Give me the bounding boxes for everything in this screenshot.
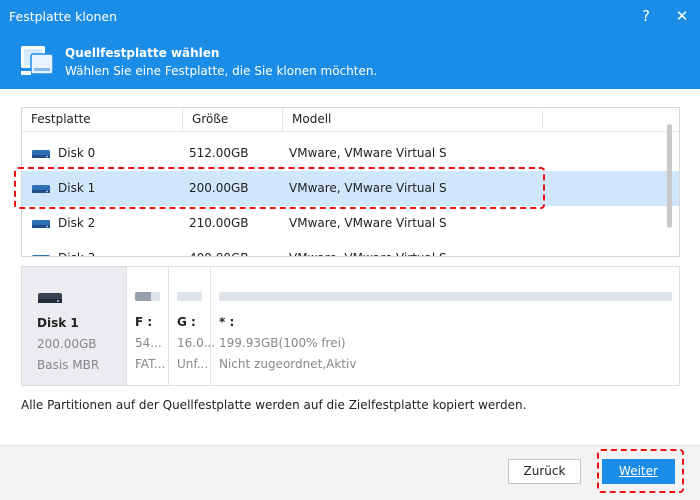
partition-g[interactable]: G : 16.0... Unf... [168,267,215,385]
footer: Zurück Weiter [0,445,700,500]
back-button[interactable]: Zurück [508,459,581,484]
partition-letter: F : [135,315,153,329]
info-note: Alle Partitionen auf der Quellfestplatte… [21,398,527,412]
column-divider [542,111,543,129]
disk-name: Disk 1 [37,316,79,330]
table-header: Festplatte Größe Modell [22,108,679,132]
partition-filesystem: FAT... [135,357,166,371]
disk-size: 512.00GB [189,146,249,160]
close-icon[interactable]: ✕ [669,4,695,29]
partition-f[interactable]: F : 54... FAT... [126,267,168,385]
column-header-model[interactable]: Modell [282,108,542,131]
banner-subtitle: Wählen Sie eine Festplatte, die Sie klon… [65,64,378,78]
disk-type: Basis MBR [37,358,100,372]
selection-highlight-frame [14,167,545,209]
partition-size: 199.93GB(100% frei) [219,336,346,350]
column-header-disk[interactable]: Festplatte [22,108,182,131]
hard-disk-icon [32,255,50,256]
partition-unallocated[interactable]: * : 199.93GB(100% frei) Nicht zugeordnet… [210,267,679,385]
table-row-disk-3[interactable]: Disk 3 400.00GB VMware, VMware Virtual S [22,241,679,256]
disk-size: 210.00GB [189,216,249,230]
disk-model: VMware, VMware Virtual S [289,146,447,160]
partition-filesystem: Nicht zugeordnet,Aktiv [219,357,357,371]
help-icon[interactable]: ? [633,4,659,29]
table-row-disk-0[interactable]: Disk 0 512.00GB VMware, VMware Virtual S [22,136,679,171]
partition-letter: G : [177,315,196,329]
disk-model: VMware, VMware Virtual S [289,216,447,230]
vertical-scrollbar[interactable] [667,124,672,228]
partition-usage-bar [135,292,160,301]
next-highlight-frame [597,449,684,493]
column-header-size[interactable]: Größe [182,108,282,131]
hard-disk-icon [32,150,50,158]
hard-disk-icon [32,220,50,228]
hard-disk-icon [38,293,62,303]
table-row-disk-2[interactable]: Disk 2 210.00GB VMware, VMware Virtual S [22,206,679,241]
partition-usage-bar [177,292,202,301]
disk-summary: Disk 1 200.00GB Basis MBR [22,267,126,385]
window-title: Festplatte klonen [9,9,118,24]
disk-size: 400.00GB [189,241,249,256]
partition-usage-bar [219,292,672,301]
title-bar: Festplatte klonen ? ✕ [0,0,700,33]
disk-name: Disk 0 [58,146,96,160]
disk-size: 200.00GB [37,337,97,351]
partition-size: 54... [135,336,162,350]
disk-clone-icon [21,46,54,75]
partition-usage-fill [135,292,152,301]
disk-name: Disk 3 [58,241,95,256]
disk-name: Disk 2 [58,216,96,230]
disk-model: VMware, VMware Virtual S [289,241,447,256]
disk-detail-panel: Disk 1 200.00GB Basis MBR F : 54... FAT.… [21,266,680,386]
header-banner: Quellfestplatte wählen Wählen Sie eine F… [0,33,700,89]
partition-filesystem: Unf... [177,357,209,371]
banner-title: Quellfestplatte wählen [65,46,220,60]
partition-letter: * : [219,315,235,329]
